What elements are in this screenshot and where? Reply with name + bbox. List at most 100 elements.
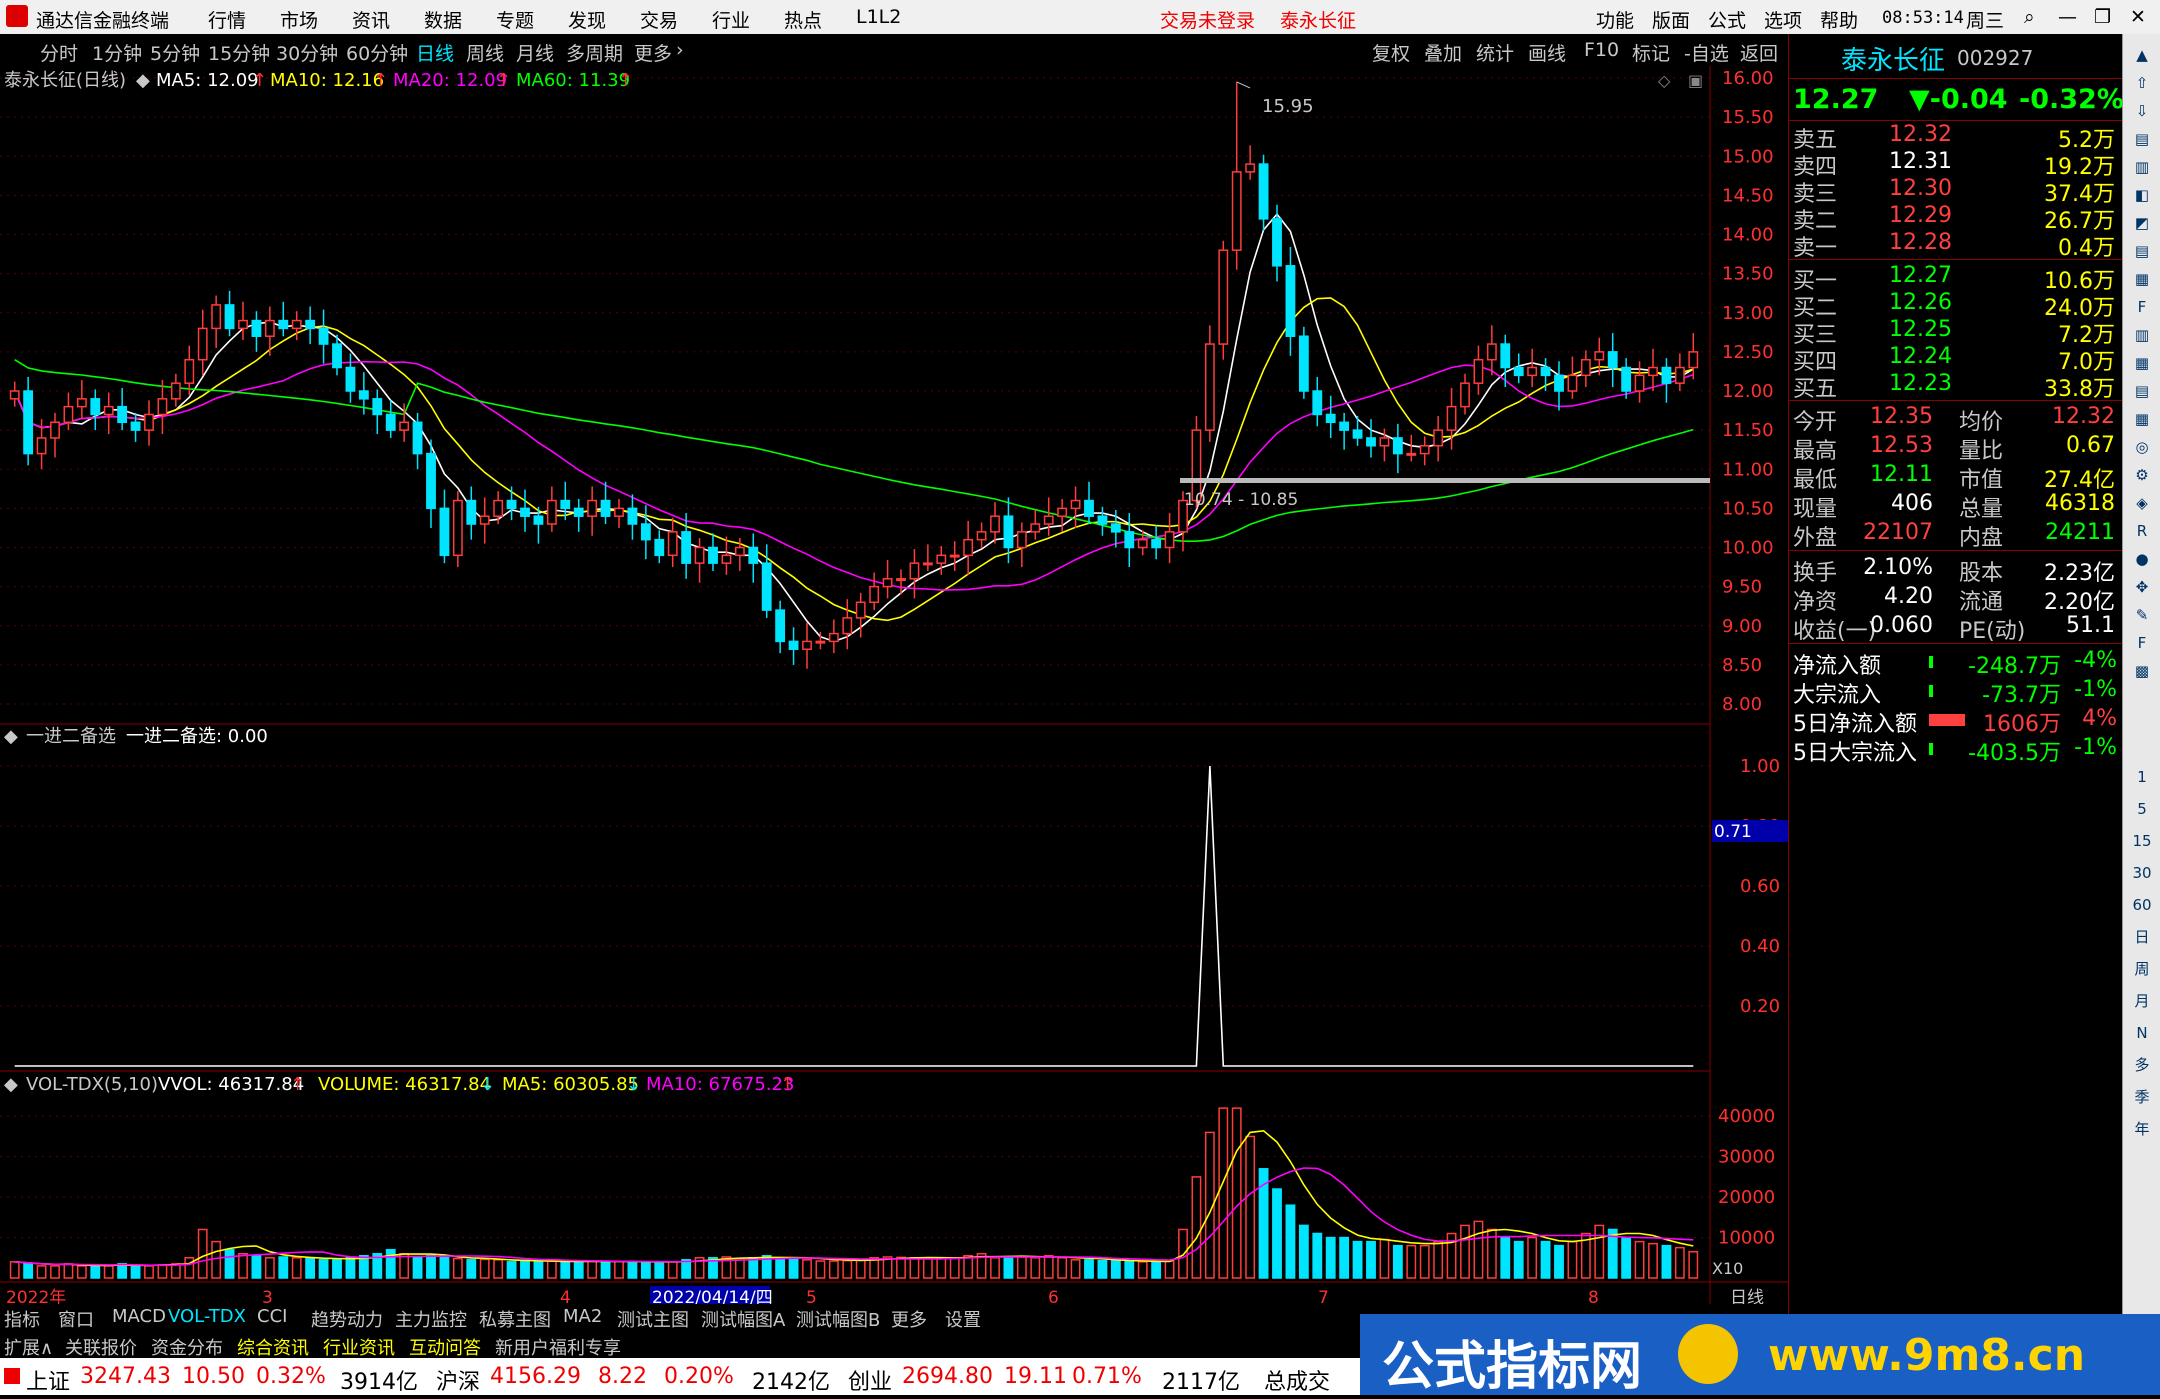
btn-fanhui[interactable]: 返回 (1740, 39, 1778, 66)
grid-icon[interactable]: ▦ (2127, 404, 2157, 434)
menu-gongshi[interactable]: 公式 (1708, 6, 1746, 33)
sidebar-period-4[interactable]: 60 (2127, 890, 2157, 920)
doc-icon[interactable]: ▦ (2127, 264, 2157, 294)
menu-banmian[interactable]: 版面 (1652, 6, 1690, 33)
sidebar-period-7[interactable]: 月 (2127, 986, 2157, 1016)
kline-chart[interactable]: 16.00 15.50 15.00 14.50 14.00 13.50 13.00 12.50… (0, 66, 1788, 1314)
index-sh-name[interactable]: 上证 (26, 1364, 70, 1396)
main-panel-menu-icon[interactable]: ◆ (136, 70, 150, 91)
tab-ext-3[interactable]: 综合资讯 (237, 1334, 309, 1360)
sell-level-4[interactable]: 卖四 12.31 19.2万 (1789, 149, 2123, 180)
close-icon[interactable]: ✕ (2130, 6, 2146, 28)
settings-icon[interactable]: ⚙ (2127, 460, 2157, 490)
period-1min[interactable]: 1分钟 (92, 39, 142, 66)
btn-huaxian[interactable]: 画线 (1528, 39, 1566, 66)
index-cy-name[interactable]: 创业 (848, 1364, 892, 1396)
tab-indicator-3[interactable]: VOL-TDX (168, 1306, 246, 1327)
chart-icon[interactable]: ◩ (2127, 208, 2157, 238)
btn-biaoji[interactable]: 标记 (1632, 39, 1670, 66)
kline-icon[interactable]: ▤ (2127, 236, 2157, 266)
period-more[interactable]: 更多 (634, 39, 672, 66)
move-icon[interactable]: ✥ (2127, 572, 2157, 602)
menu-gongneng[interactable]: 功能 (1596, 6, 1634, 33)
sidebar-period-10[interactable]: 季 (2127, 1082, 2157, 1112)
sell-level-2[interactable]: 卖二 12.29 26.7万 (1789, 203, 2123, 234)
tab-indicator-12[interactable]: 更多 (891, 1306, 927, 1332)
up-arrow-icon[interactable]: ⇧ (2127, 68, 2157, 98)
tab-indicator-8[interactable]: MA2 (563, 1306, 602, 1327)
down-arrow-icon[interactable]: ⇩ (2127, 96, 2157, 126)
login-status[interactable]: 交易未登录 (1160, 6, 1255, 33)
btn-fuquan[interactable]: 复权 (1372, 39, 1410, 66)
sell-level-5[interactable]: 卖五 12.32 5.2万 (1789, 122, 2123, 153)
menu-faxian[interactable]: 发现 (568, 6, 606, 33)
list-icon[interactable]: ▥ (2127, 152, 2157, 182)
period-15min[interactable]: 15分钟 (208, 39, 270, 66)
sidebar-period-8[interactable]: N (2127, 1018, 2157, 1048)
menu-shuju[interactable]: 数据 (424, 6, 462, 33)
period-multi[interactable]: 多周期 (566, 39, 623, 66)
buy-level-4[interactable]: 买四 12.24 7.0万 (1789, 344, 2123, 375)
period-daily[interactable]: 日线 (416, 39, 454, 66)
period-monthly[interactable]: 月线 (516, 39, 554, 66)
tab-ext-5[interactable]: 互动问答 (409, 1334, 481, 1360)
sidebar-period-5[interactable]: 日 (2127, 922, 2157, 952)
grid-icon[interactable]: ▦ (2127, 348, 2157, 378)
menu-zhuanti[interactable]: 专题 (496, 6, 534, 33)
index-hs-name[interactable]: 沪深 (436, 1364, 480, 1396)
chevron-right-icon[interactable]: › (676, 39, 684, 61)
sidebar-period-3[interactable]: 30 (2127, 858, 2157, 888)
btn-f10[interactable]: F10 (1584, 39, 1619, 61)
buy-level-3[interactable]: 买三 12.25 7.2万 (1789, 317, 2123, 348)
minimize-icon[interactable]: — (2058, 6, 2077, 28)
tab-indicator-10[interactable]: 测试幅图A (701, 1306, 785, 1332)
sidebar-period-2[interactable]: 15 (2127, 826, 2157, 856)
menu-hangye[interactable]: 行业 (712, 6, 750, 33)
period-weekly[interactable]: 周线 (466, 39, 504, 66)
fire-icon[interactable]: ● (2127, 544, 2157, 574)
tab-indicator-0[interactable]: 指标 (4, 1306, 40, 1332)
menu-l1l2[interactable]: L1L2 (856, 6, 901, 28)
sell-level-1[interactable]: 卖一 12.28 0.4万 (1789, 230, 2123, 261)
tab-indicator-4[interactable]: CCI (257, 1306, 287, 1327)
pen-icon[interactable]: ✎ (2127, 600, 2157, 630)
buy-level-1[interactable]: 买一 12.27 10.6万 (1789, 263, 2123, 294)
hot-icon[interactable]: ◈ (2127, 488, 2157, 518)
indicator-menu-icon[interactable]: ◆ (4, 726, 18, 747)
volume-menu-icon[interactable]: ◆ (4, 1074, 18, 1095)
tab-indicator-6[interactable]: 主力监控 (395, 1306, 467, 1332)
tab-indicator-11[interactable]: 测试幅图B (796, 1306, 880, 1332)
tab-indicator-7[interactable]: 私募主图 (479, 1306, 551, 1332)
tab-ext-6[interactable]: 新用户福利专享 (495, 1334, 621, 1360)
restore-icon[interactable]: ❐ (2094, 6, 2111, 28)
menu-shichang[interactable]: 市场 (280, 6, 318, 33)
f10-icon[interactable]: F (2127, 292, 2157, 322)
fs-icon[interactable]: F (2127, 628, 2157, 658)
tab-indicator-5[interactable]: 趋势动力 (311, 1306, 383, 1332)
refresh-icon[interactable]: ◎ (2127, 432, 2157, 462)
menu-jiaoyi[interactable]: 交易 (640, 6, 678, 33)
menu-redian[interactable]: 热点 (784, 6, 822, 33)
kline-icon[interactable]: ▤ (2127, 124, 2157, 154)
tab-indicator-9[interactable]: 测试主图 (617, 1306, 689, 1332)
menu-hangqing[interactable]: 行情 (208, 6, 246, 33)
sidebar-period-0[interactable]: 1 (2127, 762, 2157, 792)
tab-indicator-2[interactable]: MACD (112, 1306, 166, 1327)
sidebar-period-6[interactable]: 周 (2127, 954, 2157, 984)
rsi-icon[interactable]: R (2127, 516, 2157, 546)
kline-icon[interactable]: ◧ (2127, 180, 2157, 210)
sidebar-period-9[interactable]: 多 (2127, 1050, 2157, 1080)
sidebar-period-1[interactable]: 5 (2127, 794, 2157, 824)
diamond-icon[interactable]: ◇ (1658, 71, 1671, 90)
tab-ext-2[interactable]: 资金分布 (151, 1334, 223, 1360)
btn-zixuan[interactable]: -自选 (1684, 39, 1729, 66)
btn-tongji[interactable]: 统计 (1476, 39, 1514, 66)
tab-indicator-13[interactable]: 设置 (945, 1306, 981, 1332)
panel-close-icon[interactable]: ▣ (1688, 71, 1703, 90)
grid-icon[interactable]: ▥ (2127, 320, 2157, 350)
sell-level-3[interactable]: 卖三 12.30 37.4万 (1789, 176, 2123, 207)
up-arrow-icon[interactable]: ▲ (2127, 40, 2157, 70)
search-icon[interactable]: ⌕ (2024, 6, 2035, 28)
menu-xuanxiang[interactable]: 选项 (1764, 6, 1802, 33)
period-fenshi[interactable]: 分时 (40, 39, 78, 66)
